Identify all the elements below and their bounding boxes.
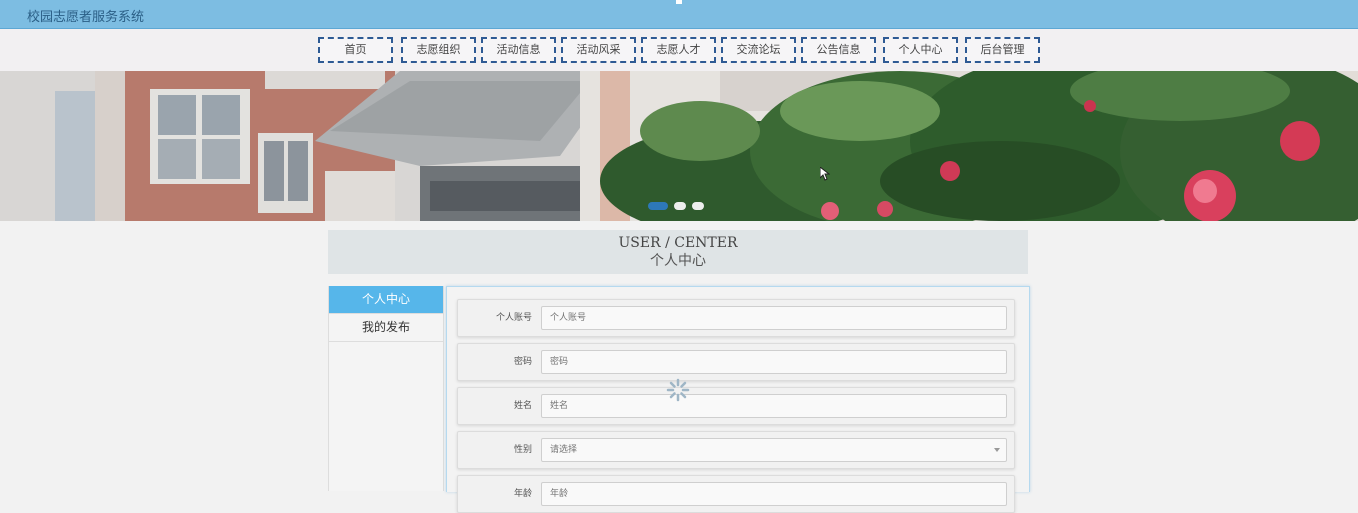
- account-label: 个人账号: [495, 313, 532, 323]
- nav-item-home[interactable]: 首页: [318, 37, 393, 63]
- age-label: 年龄: [513, 489, 532, 499]
- age-input[interactable]: [541, 482, 1007, 506]
- sidebar-item-personal-center[interactable]: 个人中心: [329, 286, 443, 314]
- nav-item-volunteer-talent[interactable]: 志愿人才: [641, 37, 716, 63]
- heading-zh: 个人中心: [650, 253, 706, 269]
- section-heading: USER / CENTER 个人中心: [328, 230, 1028, 274]
- heading-en: USER / CENTER: [618, 235, 738, 251]
- top-title-bar: 校园志愿者服务系统: [0, 0, 1358, 29]
- name-input[interactable]: [541, 394, 1007, 418]
- sidebar-item-my-posts[interactable]: 我的发布: [329, 314, 443, 342]
- carousel-dot-2[interactable]: [674, 202, 686, 210]
- account-input[interactable]: [541, 306, 1007, 330]
- nav-item-announcements[interactable]: 公告信息: [801, 37, 876, 63]
- form-row-gender: 性别: [457, 431, 1015, 469]
- banner-image: [0, 71, 1358, 221]
- password-input[interactable]: [541, 350, 1007, 374]
- name-label: 姓名: [513, 401, 532, 411]
- chevron-down-icon: [994, 448, 1000, 452]
- main-nav: 首页 志愿组织 活动信息 活动风采 志愿人才 交流论坛 公告信息 个人中心 后台…: [0, 29, 1358, 71]
- nav-item-personal-center[interactable]: 个人中心: [883, 37, 958, 63]
- top-marker: [676, 0, 682, 4]
- form-row-name: 姓名: [457, 387, 1015, 425]
- form-row-age: 年龄: [457, 475, 1015, 513]
- banner-carousel[interactable]: [0, 71, 1358, 221]
- nav-item-volunteer-orgs[interactable]: 志愿组织: [401, 37, 476, 63]
- loading-spinner-icon: [666, 378, 690, 402]
- form-row-account: 个人账号: [457, 299, 1015, 337]
- gender-label: 性别: [513, 445, 532, 455]
- nav-item-forum[interactable]: 交流论坛: [721, 37, 796, 63]
- gender-select[interactable]: [541, 438, 1007, 462]
- app-title: 校园志愿者服务系统: [27, 10, 145, 25]
- nav-item-admin[interactable]: 后台管理: [965, 37, 1040, 63]
- sidebar: 个人中心 我的发布: [328, 286, 444, 491]
- carousel-dot-3[interactable]: [692, 202, 704, 210]
- carousel-dot-1[interactable]: [648, 202, 668, 210]
- mouse-cursor-icon: [820, 167, 830, 181]
- password-label: 密码: [513, 357, 532, 367]
- nav-item-activity-info[interactable]: 活动信息: [481, 37, 556, 63]
- profile-form: 个人账号 密码 姓名 性别 年龄: [446, 286, 1030, 513]
- form-row-password: 密码: [457, 343, 1015, 381]
- nav-item-activity-gallery[interactable]: 活动风采: [561, 37, 636, 63]
